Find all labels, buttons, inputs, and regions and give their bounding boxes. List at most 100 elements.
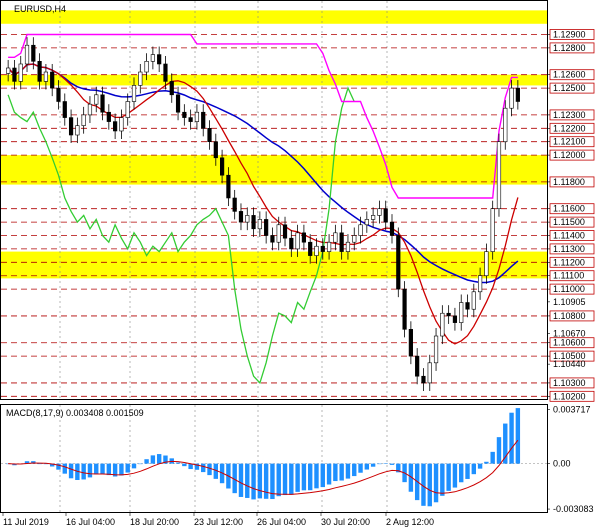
- candle-body: [358, 224, 363, 236]
- macd-bar: [370, 463, 376, 467]
- candle-body: [75, 125, 80, 136]
- candle-body: [503, 107, 508, 143]
- candle-body: [6, 67, 11, 74]
- candle-body: [125, 101, 130, 118]
- macd-bar: [496, 437, 502, 464]
- candle-body: [175, 94, 181, 113]
- macd-bar: [452, 463, 458, 488]
- candle-body: [465, 302, 470, 310]
- candle-body: [509, 87, 514, 109]
- macd-bar: [345, 463, 351, 479]
- price-tick-label: 1.12000: [553, 150, 586, 160]
- candle-body: [157, 54, 162, 65]
- candle-body: [62, 101, 67, 118]
- candle-body: [188, 117, 193, 122]
- x-tick-label: 16 Jul 04:00: [66, 517, 115, 527]
- price-tick-label: 1.10200: [553, 391, 586, 401]
- macd-bar: [238, 463, 244, 497]
- candle-body: [477, 275, 483, 293]
- candle-body: [433, 335, 439, 364]
- price-panel-frame: [0, 0, 548, 400]
- candle-body: [68, 117, 74, 136]
- macd-label: MACD(8,17,9) 0.003408 0.001509: [6, 408, 144, 418]
- candle-body: [37, 61, 42, 82]
- macd-bar: [125, 463, 130, 473]
- price-tick-label: 1.11600: [553, 204, 585, 214]
- macd-bar: [477, 463, 483, 469]
- candle-body: [238, 211, 244, 223]
- candle-body: [163, 63, 168, 82]
- candle-body: [282, 224, 288, 239]
- candle-body: [113, 121, 118, 132]
- candle-body: [50, 71, 55, 89]
- macd-bar: [100, 463, 105, 475]
- yellow-zone: [1, 10, 547, 24]
- macd-bar: [150, 455, 156, 464]
- price-tick-label: 1.12100: [553, 137, 586, 147]
- price-tick-label: 1.11500: [553, 217, 585, 227]
- price-tick-label: 1.12300: [553, 110, 586, 120]
- macd-bar: [427, 463, 432, 507]
- candle-body: [219, 157, 225, 176]
- chart-window: 1.12900 1.12800 1.12600 1.12500 1.12300 1.122…: [0, 0, 595, 532]
- candle-body: [213, 141, 218, 159]
- macd-bar: [352, 463, 357, 477]
- candle-body: [301, 232, 307, 243]
- candle-body: [446, 312, 451, 317]
- macd-bar: [201, 463, 206, 473]
- candle-body: [207, 128, 212, 143]
- macd-bar: [295, 463, 300, 492]
- candle-body: [201, 111, 206, 129]
- x-tick-label: 30 Jul 20:00: [321, 517, 370, 527]
- macd-bar: [68, 463, 74, 479]
- macd-bar: [207, 463, 212, 476]
- candle-body: [352, 235, 357, 243]
- candle-body: [138, 71, 143, 86]
- macd-bar: [282, 463, 288, 496]
- macd-bar: [383, 463, 388, 464]
- macd-bar: [251, 463, 256, 500]
- macd-bar: [276, 463, 281, 497]
- price-tick-label: 1.12200: [553, 123, 586, 133]
- yellow-zone: [1, 155, 547, 185]
- macd-bar: [326, 463, 332, 485]
- candle-body: [415, 355, 420, 377]
- candle-body: [326, 241, 332, 252]
- candle-body: [131, 85, 137, 102]
- yellow-zone: [1, 251, 547, 279]
- price-chart: 1.12900 1.12800 1.12600 1.12500 1.12300 1.122…: [0, 0, 595, 527]
- macd-bar: [263, 463, 269, 499]
- candle-body: [264, 219, 269, 236]
- candle-body: [371, 215, 376, 220]
- price-tick-label: 1.11200: [553, 257, 585, 267]
- macd-bar: [138, 463, 143, 465]
- candle-body: [43, 71, 49, 82]
- macd-bar: [106, 463, 112, 476]
- macd-bar: [446, 463, 451, 491]
- macd-bar: [289, 463, 294, 495]
- price-tick-label: 1.12800: [553, 43, 586, 53]
- macd-bar: [433, 463, 439, 503]
- candle-body: [364, 219, 369, 226]
- candle-body: [169, 81, 174, 96]
- macd-bar: [377, 463, 382, 465]
- macd-bar: [364, 463, 370, 470]
- candle-body: [396, 235, 401, 290]
- price-tick-label: 1.10905: [553, 297, 586, 307]
- candle-body: [459, 302, 464, 323]
- macd-bar: [175, 462, 181, 464]
- candle-body: [81, 114, 86, 126]
- candle-body: [383, 208, 388, 223]
- macd-bar: [81, 463, 86, 480]
- candle-body: [106, 111, 111, 122]
- candle-body: [295, 232, 300, 250]
- candle-body: [408, 329, 413, 357]
- candle-body: [31, 44, 36, 62]
- macd-bar: [144, 459, 149, 464]
- price-tick-label: 1.12500: [553, 83, 586, 93]
- candle-body: [150, 54, 155, 62]
- price-tick-label: 1.11000: [553, 284, 585, 294]
- macd-tick-label: 0.00: [553, 459, 571, 469]
- candle-body: [389, 221, 395, 236]
- candle-body: [18, 63, 23, 82]
